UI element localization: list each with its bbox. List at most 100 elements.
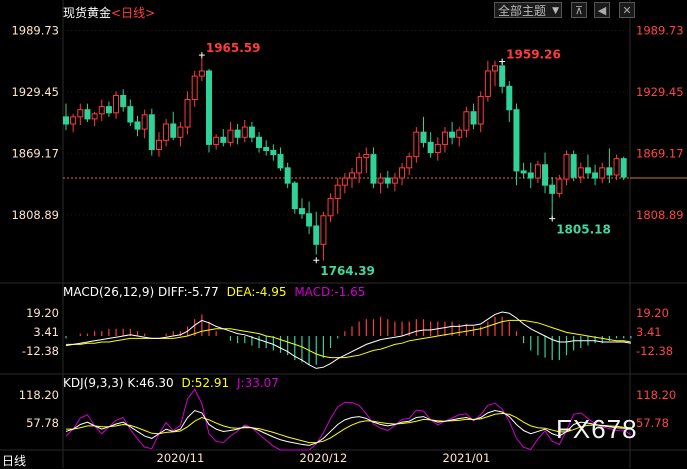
candle-down (206, 70, 212, 145)
price-tick-left: 1808.89 (11, 208, 59, 222)
candle-down (542, 164, 549, 186)
candle-down (127, 106, 134, 123)
candle-down (520, 170, 527, 174)
candle-down (513, 109, 520, 172)
candle-up (613, 158, 620, 176)
candle-down (63, 116, 69, 125)
candle-down (592, 172, 599, 179)
kdj-d-value: 52.91 (194, 376, 230, 390)
candle-up (356, 157, 363, 174)
macd-tick-left: 19.20 (26, 306, 59, 320)
candle-down (420, 131, 427, 143)
macd-tick-left: -12.38 (22, 344, 59, 358)
x-axis-label: 2020/12 (300, 451, 348, 465)
candle-down (549, 184, 556, 194)
kdj-legend: KDJ(9,3,3) K:46.30 D:52.91 J:33.07 (63, 376, 279, 390)
candle-down (263, 146, 270, 152)
candle-down (120, 94, 127, 108)
kdj-j-label: J: (236, 376, 245, 390)
kdj-tick-right: 118.20 (636, 388, 676, 402)
candle-down (277, 154, 284, 169)
triangle-down-icon: ▼ (552, 6, 559, 16)
candle-down (506, 85, 513, 111)
instrument-title: 现货黄金<日线> (63, 4, 155, 21)
macd-title: MACD(26,12,9) (63, 285, 155, 299)
candle-up (349, 172, 355, 179)
candle-up (334, 184, 341, 199)
candle-down (499, 65, 506, 87)
candle-up (198, 70, 205, 77)
macd-dea-value: -4.95 (255, 285, 287, 299)
candle-up (441, 131, 448, 145)
x-axis-label: 2020/11 (157, 451, 205, 465)
candle-down (313, 225, 320, 245)
candle-down (134, 121, 141, 130)
candle-up (563, 154, 570, 180)
candle-down (170, 123, 177, 138)
period-next-button[interactable]: > (145, 6, 155, 20)
close-icon[interactable]: ✕ (619, 2, 635, 18)
annotation-low: 1805.18 (556, 223, 611, 237)
candle-up (456, 129, 463, 138)
price-tick-right: 1869.17 (636, 146, 684, 160)
candle-down (291, 182, 298, 210)
candle-up (377, 177, 384, 184)
annotation-high: 1965.59 (206, 41, 261, 55)
price-tick-left: 1989.73 (11, 23, 59, 37)
macd-tick-right: -12.38 (636, 344, 673, 358)
candle-up (434, 143, 441, 154)
candle-down (427, 141, 434, 154)
candle-up (599, 167, 606, 179)
macd-diff-label: DIFF: (157, 285, 188, 299)
candle-down (570, 154, 577, 178)
theme-select-label: 全部主题 (498, 4, 547, 18)
candle-up (399, 167, 406, 179)
candle-up (341, 177, 348, 186)
watermark-logo: FX678 (556, 414, 638, 444)
kdj-d-label: D: (181, 376, 195, 390)
candle-down (234, 129, 241, 138)
macd-diff-line (65, 311, 631, 369)
kdj-k-label: K: (127, 376, 140, 390)
candle-down (220, 136, 227, 143)
candle-up (113, 94, 120, 114)
candle-up (556, 178, 563, 194)
candle-up (77, 109, 84, 118)
macd-macd-label: MACD: (294, 285, 335, 299)
macd-tick-left: 3.41 (33, 325, 59, 339)
candle-down (584, 167, 591, 174)
candle-up (577, 167, 584, 178)
annotation-low: 1764.39 (320, 264, 375, 278)
candle-up (406, 156, 413, 169)
kdj-tick-left: 118.20 (19, 388, 59, 402)
kdj-title: KDJ(9,3,3) (63, 376, 124, 390)
candle-up (241, 126, 248, 138)
macd-legend: MACD(26,12,9) DIFF:-5.77 DEA:-4.95 MACD:… (63, 285, 365, 299)
period-prev-button[interactable]: < (111, 6, 121, 20)
theme-select[interactable]: 全部主题 ▼ (494, 2, 562, 18)
candle-up (141, 114, 148, 130)
candle-down (84, 109, 91, 120)
candle-down (284, 167, 291, 184)
candle-up (320, 215, 327, 245)
candle-down (256, 136, 263, 148)
candle-down (606, 167, 613, 176)
pin-icon[interactable]: ⊼ (571, 2, 587, 18)
kdj-tick-right: 57.78 (636, 416, 669, 430)
macd-tick-right: 3.41 (636, 325, 662, 339)
candle-up (70, 116, 77, 125)
instrument-name: 现货黄金 (63, 6, 112, 20)
price-tick-right: 1808.89 (636, 208, 684, 222)
kdj-j-value: 33.07 (244, 376, 279, 390)
prev-icon[interactable]: ◀ (594, 2, 610, 18)
x-axis-label: 2021/01 (443, 451, 491, 465)
candle-down (384, 177, 391, 184)
kdj-tick-left: 57.78 (26, 416, 59, 430)
candle-up (484, 70, 491, 97)
kdj-k-value: 46.30 (139, 376, 174, 390)
period-tab[interactable]: 日线 (2, 452, 26, 469)
candle-down (298, 208, 305, 215)
candle-down (620, 158, 627, 178)
candle-up (391, 177, 398, 184)
candle-down (248, 126, 255, 138)
